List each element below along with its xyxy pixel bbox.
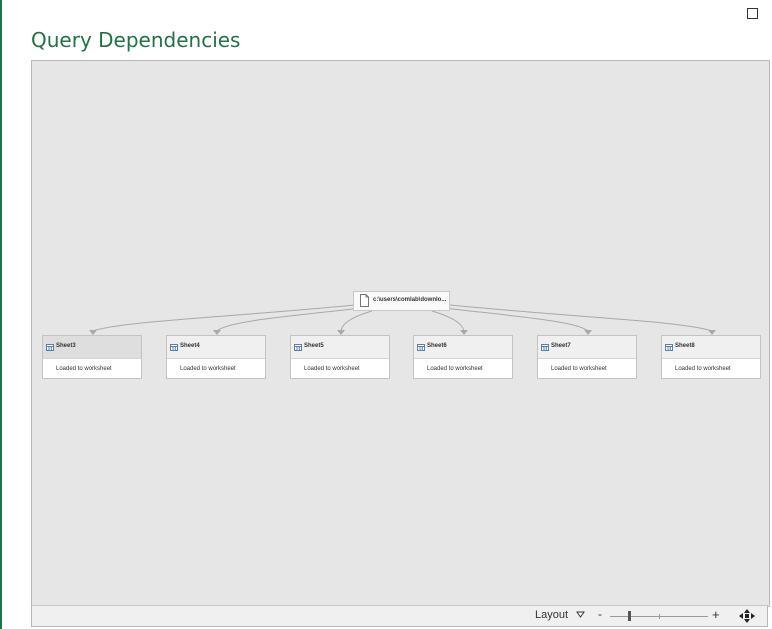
table-icon <box>294 344 302 351</box>
page-title: Query Dependencies <box>31 28 241 52</box>
document-icon <box>360 294 369 307</box>
connector-sheet8 <box>449 304 716 335</box>
query-node-status: Loaded to worksheet <box>56 366 112 372</box>
zoom-slider-tick <box>659 614 660 619</box>
table-icon <box>46 344 54 351</box>
query-node-header: Sheet3 <box>43 336 141 359</box>
maximize-button[interactable] <box>747 8 758 19</box>
table-icon <box>665 344 673 351</box>
query-node-header: Sheet8 <box>662 336 760 359</box>
table-icon <box>541 344 549 351</box>
query-node-name: Sheet8 <box>675 343 695 349</box>
query-node-status: Loaded to worksheet <box>427 366 483 372</box>
query-node-header: Sheet6 <box>414 336 512 359</box>
table-icon <box>170 344 178 351</box>
source-file-node[interactable]: c:\users\comlab\downlo... <box>353 291 450 311</box>
query-node-header: Sheet7 <box>538 336 636 359</box>
query-node-sheet8[interactable]: Sheet8 Loaded to worksheet <box>661 335 761 379</box>
dependency-connectors <box>89 304 716 335</box>
query-node-status: Loaded to worksheet <box>675 366 731 372</box>
query-node-name: Sheet4 <box>180 343 200 349</box>
query-node-sheet5[interactable]: Sheet5 Loaded to worksheet <box>290 335 390 379</box>
table-icon <box>417 344 425 351</box>
dependency-canvas[interactable]: c:\users\comlab\downlo... Sheet3 Loaded … <box>31 60 770 607</box>
layout-dropdown-icon[interactable] <box>576 611 585 618</box>
zoom-in-button[interactable]: + <box>712 607 720 622</box>
query-node-sheet6[interactable]: Sheet6 Loaded to worksheet <box>413 335 513 379</box>
connector-sheet3 <box>89 304 356 335</box>
query-node-sheet3[interactable]: Sheet3 Loaded to worksheet <box>42 335 142 379</box>
status-bar: Layout - + <box>31 605 768 627</box>
layout-label: Layout <box>535 609 569 621</box>
query-node-status: Loaded to worksheet <box>180 366 236 372</box>
query-node-name: Sheet3 <box>56 343 76 349</box>
query-node-status: Loaded to worksheet <box>304 366 360 372</box>
query-node-sheet4[interactable]: Sheet4 Loaded to worksheet <box>166 335 266 379</box>
connector-sheet5 <box>337 310 373 335</box>
source-file-label: c:\users\comlab\downlo... <box>373 297 447 303</box>
query-node-header: Sheet5 <box>291 336 389 359</box>
query-node-name: Sheet5 <box>304 343 324 349</box>
zoom-slider-thumb[interactable] <box>628 611 631 621</box>
window-accent-border <box>0 0 2 629</box>
connector-sheet6 <box>431 310 468 335</box>
fit-to-screen-icon[interactable] <box>738 608 756 624</box>
query-node-name: Sheet7 <box>551 343 571 349</box>
zoom-out-button[interactable]: - <box>598 607 602 621</box>
query-node-sheet7[interactable]: Sheet7 Loaded to worksheet <box>537 335 637 379</box>
query-node-status: Loaded to worksheet <box>551 366 607 372</box>
query-node-name: Sheet6 <box>427 343 447 349</box>
query-node-header: Sheet4 <box>167 336 265 359</box>
